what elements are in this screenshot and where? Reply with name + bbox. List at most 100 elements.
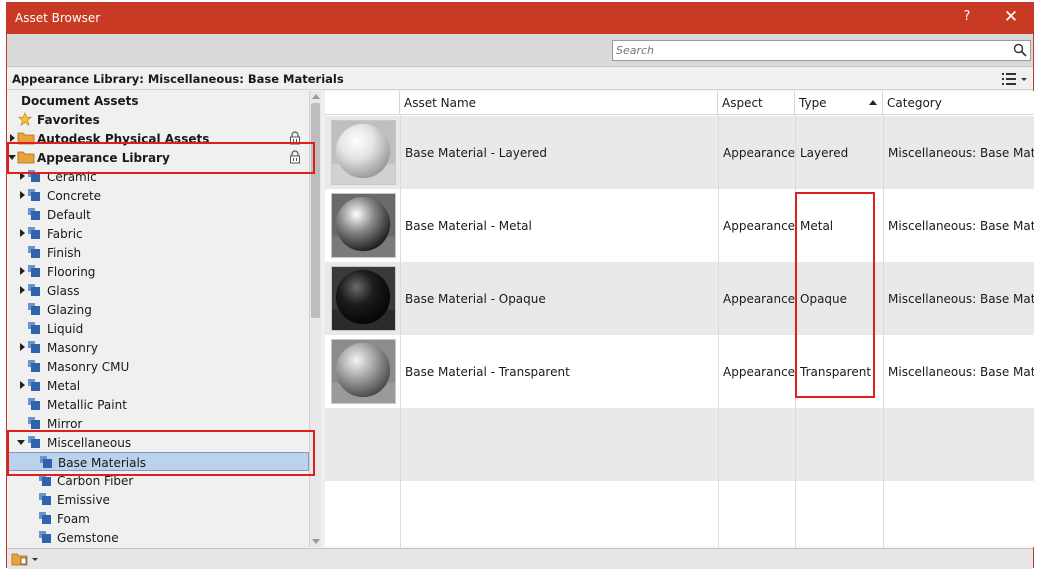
category-icon [39, 474, 51, 486]
category-cell: Miscellaneous: Base Materials [888, 292, 1034, 306]
tree-item-label: Default [47, 208, 91, 222]
lock-icon [290, 150, 300, 164]
tree-item-emissive[interactable]: Emissive [7, 490, 309, 509]
category-icon [28, 227, 40, 239]
tree-item-finish[interactable]: Finish [7, 243, 309, 262]
category-icon [28, 379, 40, 391]
tree-item-label: Liquid [47, 322, 84, 336]
column-divider [883, 115, 884, 547]
tree-item-glazing[interactable]: Glazing [7, 300, 309, 319]
category-icon [39, 493, 51, 505]
bottom-toolbar [7, 548, 1033, 569]
tree-item-base-materials[interactable]: Base Materials [7, 452, 309, 471]
help-button[interactable]: ? [960, 9, 974, 24]
table-row[interactable]: Base Material - Opaque Appearance Opaque Mi… [325, 262, 1034, 335]
tree-item-label: Foam [57, 512, 90, 526]
tree-item-label: Document Assets [21, 94, 139, 108]
tree-item-favorites[interactable]: Favorites [7, 110, 309, 129]
tree-item-label: Glazing [47, 303, 92, 317]
tree-item-label: Autodesk Physical Assets [37, 132, 210, 146]
expand-arrow-icon[interactable] [20, 381, 25, 389]
tree-item-label: Carbon Fiber [57, 474, 134, 488]
tree-item-label: Glass [47, 284, 80, 298]
category-icon [39, 531, 51, 543]
tree-scrollbar[interactable] [309, 91, 321, 547]
column-divider [718, 115, 719, 547]
tree-item-gemstone[interactable]: Gemstone [7, 528, 309, 547]
tree-item-fabric[interactable]: Fabric [7, 224, 309, 243]
close-button[interactable]: ✕ [1000, 7, 1022, 27]
category-cell: Miscellaneous: Base Materials [888, 146, 1034, 160]
table-row[interactable]: Base Material - Transparent Appearance Tra… [325, 335, 1034, 408]
expand-arrow-icon[interactable] [20, 267, 25, 275]
tree-item-label: Finish [47, 246, 82, 260]
tree-item-autodesk-physical-assets[interactable]: Autodesk Physical Assets [7, 129, 309, 148]
expand-arrow-icon[interactable] [20, 191, 25, 199]
collapse-arrow-icon[interactable] [17, 440, 25, 445]
table-row[interactable]: Base Material - Metal Appearance Metal Misc… [325, 189, 1034, 262]
view-options-icon[interactable] [1000, 71, 1030, 87]
tree-item-label: Miscellaneous [47, 436, 132, 450]
tree-item-label: Mirror [47, 417, 83, 431]
material-swatch-image [331, 339, 396, 404]
category-icon [28, 303, 40, 315]
tree-item-concrete[interactable]: Concrete [7, 186, 309, 205]
material-swatch-image [331, 266, 396, 331]
tree-item-metallic-paint[interactable]: Metallic Paint [7, 395, 309, 414]
category-icon [28, 284, 40, 296]
expand-arrow-icon[interactable] [20, 286, 25, 294]
search-box[interactable] [612, 40, 1031, 61]
tree-item-masonry-cmu[interactable]: Masonry CMU [7, 357, 309, 376]
library-options-icon[interactable] [11, 551, 39, 567]
expand-arrow-icon[interactable] [10, 134, 15, 142]
tree-item-document-assets[interactable]: Document Assets [7, 91, 309, 110]
tree-item-label: Ceramic [47, 170, 97, 184]
table-row[interactable]: Base Material - Layered Appearance Layered… [325, 116, 1034, 189]
tree-item-label: Masonry CMU [47, 360, 130, 374]
expand-arrow-icon[interactable] [20, 343, 25, 351]
column-header-asset-name[interactable]: Asset Name [400, 91, 718, 115]
breadcrumb: Appearance Library: Miscellaneous: Base … [7, 68, 1033, 90]
search-input[interactable] [613, 41, 1008, 60]
asset-name-cell: Base Material - Metal [405, 219, 532, 233]
tree-item-label: Fabric [47, 227, 83, 241]
tree-item-flooring[interactable]: Flooring [7, 262, 309, 281]
tree-item-foam[interactable]: Foam [7, 509, 309, 528]
tree-item-ceramic[interactable]: Ceramic [7, 167, 309, 186]
tree-item-miscellaneous[interactable]: Miscellaneous [7, 433, 309, 452]
tree-item-masonry[interactable]: Masonry [7, 338, 309, 357]
tree-item-label: Flooring [47, 265, 96, 279]
aspect-cell: Appearance [723, 292, 796, 306]
category-cell: Miscellaneous: Base Materials [888, 365, 1034, 379]
column-header-category[interactable]: Category [883, 91, 1034, 115]
tree-item-label: Metallic Paint [47, 398, 127, 412]
scroll-down-icon[interactable] [312, 539, 320, 544]
aspect-cell: Appearance [723, 146, 796, 160]
scrollbar-thumb[interactable] [311, 103, 320, 318]
library-path: Appearance Library: Miscellaneous: Base … [12, 72, 344, 86]
tree-item-label: Base Materials [58, 456, 147, 470]
tree-item-label: Gemstone [57, 531, 119, 545]
category-icon [28, 265, 40, 277]
tree-item-label: Emissive [57, 493, 110, 507]
tree-item-glass[interactable]: Glass [7, 281, 309, 300]
collapse-arrow-icon[interactable] [8, 155, 16, 160]
asset-name-cell: Base Material - Layered [405, 146, 547, 160]
tree-item-mirror[interactable]: Mirror [7, 414, 309, 433]
tree-item-carbon-fiber[interactable]: Carbon Fiber [7, 471, 309, 490]
tree-item-default[interactable]: Default [7, 205, 309, 224]
category-cell: Miscellaneous: Base Materials [888, 219, 1034, 233]
expand-arrow-icon[interactable] [20, 229, 25, 237]
scroll-up-icon[interactable] [312, 94, 320, 99]
material-swatch-image [331, 193, 396, 258]
column-header-thumbnail[interactable] [325, 91, 400, 115]
tree-item-appearance-library[interactable]: Appearance Library [7, 148, 309, 167]
tree-item-metal[interactable]: Metal [7, 376, 309, 395]
column-header-type[interactable]: Type [795, 91, 883, 115]
type-cell: Transparent [800, 365, 872, 379]
expand-arrow-icon[interactable] [20, 172, 25, 180]
search-icon[interactable] [1013, 43, 1027, 57]
tree-item-liquid[interactable]: Liquid [7, 319, 309, 338]
column-header-aspect[interactable]: Aspect [718, 91, 795, 115]
search-toolbar [7, 34, 1033, 67]
